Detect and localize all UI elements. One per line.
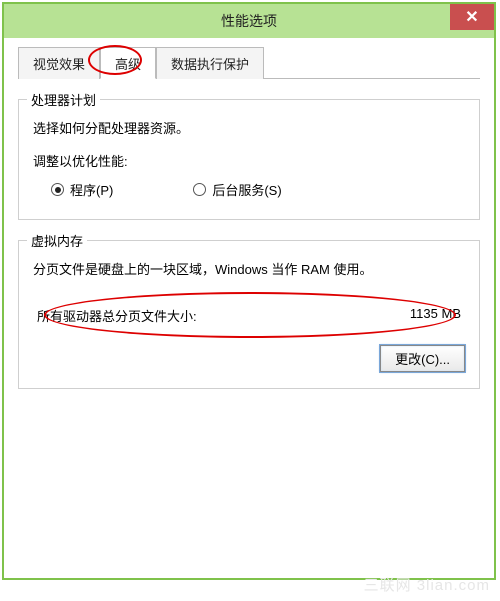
- group-legend: 虚拟内存: [27, 231, 87, 250]
- vm-button-row: 更改(C)...: [33, 345, 465, 372]
- paging-total-row: 所有驱动器总分页文件大小: 1135 MB: [37, 306, 461, 325]
- window-buttons: ✕: [450, 4, 494, 32]
- tab-label: 高级: [115, 57, 141, 72]
- radio-icon: [193, 183, 206, 196]
- change-button[interactable]: 更改(C)...: [380, 345, 465, 372]
- tab-dep[interactable]: 数据执行保护: [156, 47, 264, 79]
- titlebar: 性能选项 ✕: [4, 4, 494, 38]
- processor-desc: 选择如何分配处理器资源。: [33, 118, 465, 137]
- radio-background-services[interactable]: 后台服务(S): [193, 180, 281, 199]
- button-label: 更改(C)...: [395, 352, 450, 367]
- radio-label: 后台服务(S): [212, 180, 281, 199]
- tab-strip: 视觉效果 高级 数据执行保护: [18, 46, 480, 79]
- vm-desc: 分页文件是硬盘上的一块区域，Windows 当作 RAM 使用。: [33, 259, 465, 278]
- scheduling-radio-row: 程序(P) 后台服务(S): [51, 180, 465, 199]
- close-icon: ✕: [465, 7, 478, 27]
- radio-programs[interactable]: 程序(P): [51, 180, 113, 199]
- tab-advanced[interactable]: 高级: [100, 47, 156, 79]
- adjust-label: 调整以优化性能:: [33, 151, 465, 170]
- close-button[interactable]: ✕: [450, 4, 494, 30]
- virtual-memory-group: 虚拟内存 分页文件是硬盘上的一块区域，Windows 当作 RAM 使用。 所有…: [18, 240, 480, 389]
- performance-options-window: 性能选项 ✕ 视觉效果 高级 数据执行保护 处理器计划 选择如何分配处理器资源。…: [2, 2, 496, 580]
- processor-scheduling-group: 处理器计划 选择如何分配处理器资源。 调整以优化性能: 程序(P) 后台服务(S…: [18, 99, 480, 220]
- radio-icon: [51, 183, 64, 196]
- window-title: 性能选项: [221, 11, 277, 31]
- tab-label: 数据执行保护: [171, 57, 249, 72]
- radio-label: 程序(P): [70, 180, 113, 199]
- paging-total-value: 1135 MB: [410, 306, 461, 325]
- tab-visual-effects[interactable]: 视觉效果: [18, 47, 100, 79]
- tab-label: 视觉效果: [33, 57, 85, 72]
- paging-total-label: 所有驱动器总分页文件大小:: [37, 306, 197, 325]
- group-legend: 处理器计划: [27, 90, 100, 109]
- dialog-body: 视觉效果 高级 数据执行保护 处理器计划 选择如何分配处理器资源。 调整以优化性…: [4, 38, 494, 578]
